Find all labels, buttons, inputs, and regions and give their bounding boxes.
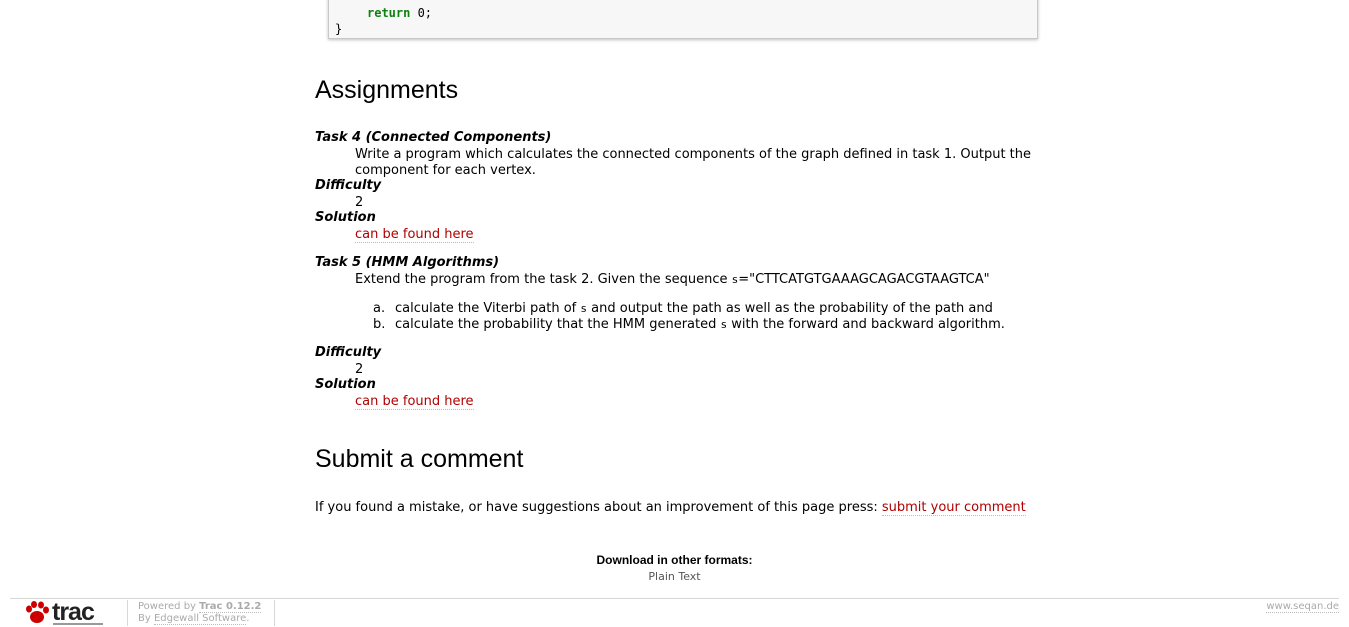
assignments-heading: Assignments bbox=[315, 76, 459, 104]
task5-desc: Extend the program from the task 2. Give… bbox=[355, 272, 990, 287]
task5-item-b-marker: b. bbox=[373, 317, 386, 332]
task4-desc-line2: component for each vertex. bbox=[355, 163, 536, 178]
task4-difficulty-value: 2 bbox=[355, 195, 364, 210]
task5-item-a-marker: a. bbox=[373, 301, 386, 316]
task4-solution-label: Solution bbox=[315, 210, 376, 225]
comment-paragraph: If you found a mistake, or have suggesti… bbox=[315, 500, 1026, 516]
paw-icon bbox=[26, 601, 49, 623]
task5-solution-label: Solution bbox=[315, 377, 376, 392]
task5-item-b: calculate the probability that the HMM g… bbox=[395, 317, 1005, 332]
trac-logo-underline bbox=[53, 623, 103, 625]
task5-solution-link[interactable]: can be found here bbox=[355, 394, 474, 410]
code-line-close: } bbox=[335, 22, 343, 36]
trac-version-link[interactable]: Trac 0.12.2 bbox=[199, 601, 262, 613]
footer-separator bbox=[127, 600, 128, 626]
powered-by: Powered by Trac 0.12.2 By Edgewall Softw… bbox=[138, 601, 262, 625]
submit-comment-heading: Submit a comment bbox=[315, 445, 524, 473]
edgewall-link[interactable]: Edgewall Software bbox=[153, 613, 247, 625]
trac-logo[interactable]: trac bbox=[24, 598, 108, 626]
task4-desc-line1: Write a program which calculates the con… bbox=[355, 147, 1032, 162]
task5-difficulty-value: 2 bbox=[355, 362, 364, 377]
task5-title: Task 5 (HMM Algorithms) bbox=[315, 255, 500, 270]
download-title: Download in other formats: bbox=[596, 553, 753, 567]
site-link[interactable]: www.seqan.de bbox=[1266, 601, 1339, 613]
footer-divider bbox=[10, 598, 1339, 599]
code-block: return 0; } bbox=[328, 0, 1038, 39]
task4-solution-link[interactable]: can be found here bbox=[355, 227, 474, 243]
code-line-return: return 0; bbox=[367, 6, 433, 20]
task5-item-a: calculate the Viterbi path of s and outp… bbox=[395, 301, 993, 316]
task4-difficulty-label: Difficulty bbox=[315, 178, 382, 193]
task4-title: Task 4 (Connected Components) bbox=[315, 130, 552, 145]
plain-text-link[interactable]: Plain Text bbox=[0, 570, 1349, 583]
submit-comment-link[interactable]: submit your comment bbox=[881, 500, 1026, 516]
task5-difficulty-label: Difficulty bbox=[315, 345, 382, 360]
footer-separator bbox=[274, 600, 275, 626]
